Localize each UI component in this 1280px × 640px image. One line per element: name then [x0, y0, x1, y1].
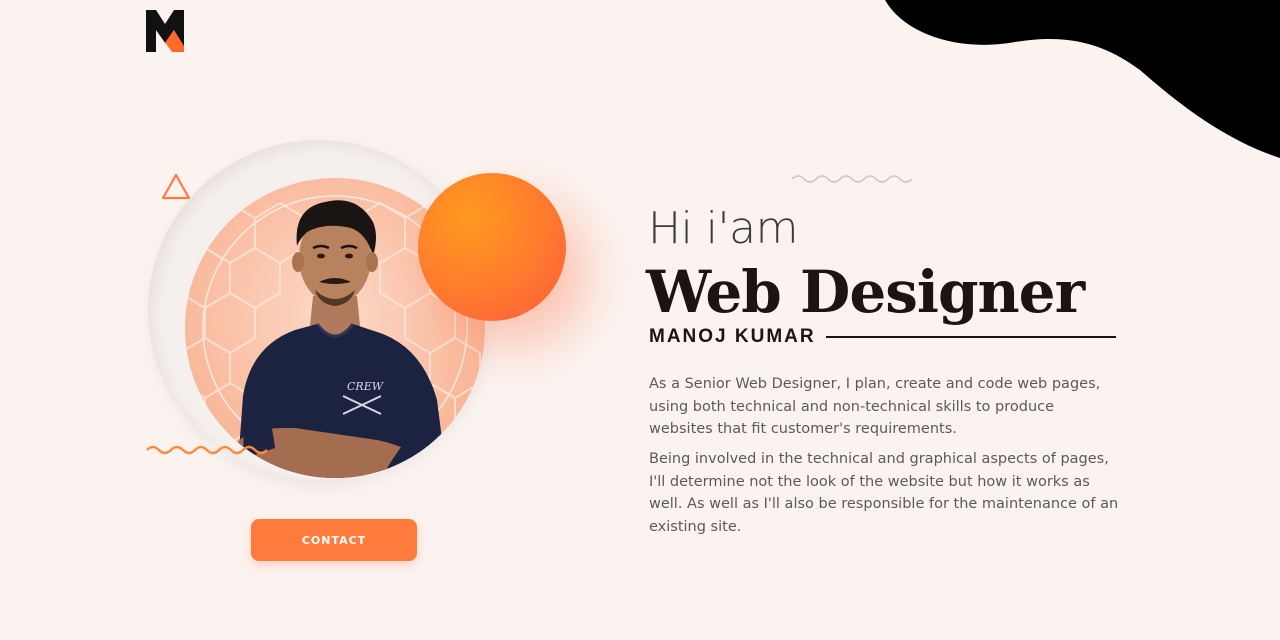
person-name: MANOJ KUMAR [649, 326, 816, 347]
orange-ball-decoration [418, 173, 566, 321]
bio-paragraph: Being involved in the technical and grap… [649, 451, 1119, 536]
zigzag-line-icon [146, 445, 268, 455]
portfolio-page: CREW CONTACT Hi i'am Web Designer MANOJ … [0, 0, 1280, 640]
bio-paragraph: As a Senior Web Designer, I plan, create… [649, 376, 1101, 438]
role-title: Web Designer [646, 258, 1085, 326]
contact-button[interactable]: CONTACT [251, 519, 417, 561]
squiggle-line-icon [791, 175, 913, 183]
name-row: MANOJ KUMAR [649, 326, 1116, 348]
m-monogram-logo-icon[interactable] [146, 10, 184, 52]
name-underline-divider [825, 336, 1116, 338]
greeting-text: Hi i'am [648, 203, 798, 254]
tshirt-print: CREW [347, 380, 385, 393]
